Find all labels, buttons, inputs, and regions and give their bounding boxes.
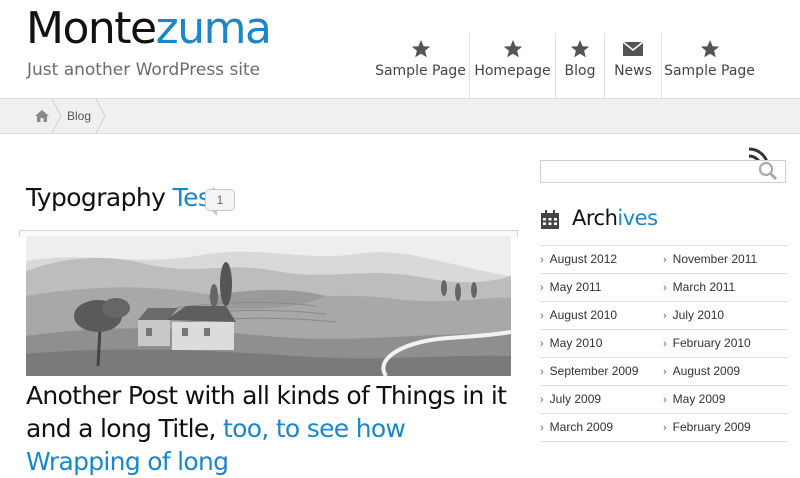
site-title-part2: zuma <box>155 3 272 54</box>
archive-link[interactable]: › February 2009 <box>663 420 751 434</box>
archive-link[interactable]: › August 2010 <box>540 308 617 322</box>
site-title[interactable]: Montezuma <box>26 2 272 56</box>
nav-label: Sample Page <box>664 63 755 79</box>
site-tagline: Just another WordPress site <box>27 60 261 80</box>
nav-label: News <box>614 63 652 79</box>
breadcrumb: Blog <box>0 98 800 134</box>
archive-link[interactable]: › May 2009 <box>663 392 725 406</box>
calendar-icon <box>540 210 560 230</box>
star-icon <box>411 38 431 60</box>
search-input[interactable] <box>540 160 786 183</box>
post-headline[interactable]: Another Post with all kinds of Things in… <box>26 379 526 478</box>
site-header: Montezuma Just another WordPress site Sa… <box>0 0 800 98</box>
chevron-right-icon: › <box>540 366 544 378</box>
archive-link[interactable]: › July 2009 <box>540 392 601 406</box>
archive-label: August 2009 <box>672 364 741 378</box>
chevron-right-icon: › <box>540 282 544 294</box>
list-item: › July 2009 › May 2009 <box>540 386 788 414</box>
list-item: › August 2012 › November 2011 <box>540 245 788 274</box>
chevron-right-icon: › <box>663 310 667 322</box>
chevron-right-icon: › <box>663 254 667 266</box>
archive-label: February 2009 <box>672 420 751 434</box>
breadcrumb-separator <box>52 99 62 133</box>
star-icon <box>700 38 720 60</box>
archive-label: July 2009 <box>549 392 602 406</box>
star-icon <box>570 38 590 60</box>
chevron-right-icon: › <box>663 338 667 350</box>
comment-count: 1 <box>216 193 224 207</box>
chevron-right-icon: › <box>663 422 667 434</box>
post-title-part1: Typography <box>26 183 173 212</box>
archive-label: February 2010 <box>672 336 751 350</box>
archives-title-part1: Arch <box>572 206 618 230</box>
archive-link[interactable]: › August 2009 <box>663 364 740 378</box>
search-icon[interactable] <box>757 161 779 181</box>
comment-count-badge[interactable]: 1 <box>205 189 235 216</box>
breadcrumb-current[interactable]: Blog <box>67 109 91 123</box>
archive-link[interactable]: › July 2010 <box>663 308 724 322</box>
archive-link[interactable]: › May 2011 <box>540 280 601 294</box>
archive-link[interactable]: › March 2011 <box>663 280 735 294</box>
nav-label: Blog <box>564 63 596 79</box>
archives-list: › August 2012 › November 2011 › May 2011 › M… <box>540 245 788 442</box>
archive-link[interactable]: › May 2010 <box>540 336 602 350</box>
archive-label: September 2009 <box>549 364 639 378</box>
chevron-right-icon: › <box>663 366 667 378</box>
archive-label: August 2012 <box>549 252 618 266</box>
main-content: Typography Test 1 Another Post with all … <box>0 133 800 476</box>
archive-link[interactable]: › August 2012 <box>540 252 617 266</box>
archive-label: May 2010 <box>549 336 603 350</box>
nav-label: Homepage <box>474 63 551 79</box>
list-item: › May 2010 › February 2010 <box>540 330 788 358</box>
chevron-right-icon: › <box>663 282 667 294</box>
list-item: › March 2009 › February 2009 <box>540 414 788 442</box>
envelope-icon <box>622 38 644 60</box>
nav-item-homepage[interactable]: Homepage <box>470 33 556 98</box>
site-title-part1: Monte <box>26 3 157 54</box>
archive-link[interactable]: › February 2010 <box>663 336 751 350</box>
chevron-right-icon: › <box>540 394 544 406</box>
breadcrumb-separator <box>96 99 106 133</box>
archive-link[interactable]: › March 2009 <box>540 420 613 434</box>
archive-label: November 2011 <box>672 252 758 266</box>
landscape-image[interactable] <box>26 236 511 376</box>
archives-title-part2: ives <box>617 206 658 230</box>
archives-title: Archives <box>572 206 658 230</box>
list-item: › August 2010 › July 2010 <box>540 302 788 330</box>
home-icon[interactable] <box>32 107 52 125</box>
archive-label: May 2009 <box>672 392 726 406</box>
archive-label: March 2011 <box>672 280 736 294</box>
nav-label: Sample Page <box>375 63 466 79</box>
list-item: › May 2011 › March 2011 <box>540 274 788 302</box>
sidebar: Archives › August 2012 › November 2011 › Ma… <box>540 133 790 443</box>
chevron-right-icon: › <box>663 394 667 406</box>
chevron-right-icon: › <box>540 310 544 322</box>
archive-label: August 2010 <box>549 308 618 322</box>
list-item: › September 2009 › August 2009 <box>540 358 788 386</box>
archive-link[interactable]: › September 2009 <box>540 364 638 378</box>
archive-label: May 2011 <box>549 280 602 294</box>
archive-label: July 2010 <box>672 308 725 322</box>
archive-link[interactable]: › November 2011 <box>663 252 757 266</box>
star-icon <box>503 38 523 60</box>
nav-item-news[interactable]: News <box>605 33 662 98</box>
chevron-right-icon: › <box>540 254 544 266</box>
chevron-right-icon: › <box>540 338 544 350</box>
archive-label: March 2009 <box>549 420 614 434</box>
chevron-right-icon: › <box>540 422 544 434</box>
post-title[interactable]: Typography Test <box>26 183 220 212</box>
nav-item-blog[interactable]: Blog <box>556 33 605 98</box>
nav-item-sample-page[interactable]: Sample Page <box>372 33 470 98</box>
nav-item-sample-page-2[interactable]: Sample Page <box>662 33 757 98</box>
